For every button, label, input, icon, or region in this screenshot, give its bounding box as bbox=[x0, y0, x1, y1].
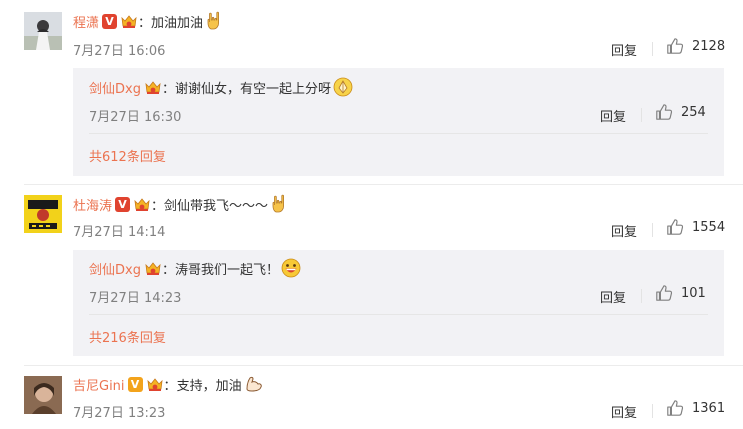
comment-time: 7月27日 14:14 bbox=[73, 225, 166, 240]
comment-line: 吉尼Gini V ： 支持，加油 bbox=[73, 374, 264, 394]
muscle-emoji bbox=[244, 374, 264, 394]
sub-divider bbox=[89, 133, 708, 134]
like-button[interactable]: 101 bbox=[655, 284, 706, 302]
comment-item: 吉尼Gini V ： 支持，加油 7月27日 13:23 回复 1361 bbox=[0, 366, 743, 429]
crown-badge-icon bbox=[144, 261, 162, 276]
reply-button[interactable]: 回复 bbox=[600, 287, 626, 306]
rock-hand-emoji bbox=[270, 194, 290, 214]
pray-emoji bbox=[333, 77, 353, 97]
crown-badge-icon bbox=[133, 197, 151, 212]
username-link[interactable]: 吉尼Gini bbox=[73, 375, 125, 394]
verified-v-icon: V bbox=[127, 376, 143, 392]
divider bbox=[652, 223, 653, 237]
comment-line: 程潇 V ： 加油加油 bbox=[73, 11, 225, 31]
like-count: 101 bbox=[681, 285, 706, 301]
avatar[interactable] bbox=[24, 195, 62, 233]
like-count: 254 bbox=[681, 104, 706, 120]
avatar[interactable] bbox=[24, 376, 62, 414]
sub-reply-text: 涛哥我们一起飞！ bbox=[174, 262, 279, 278]
verified-v-icon: V bbox=[102, 13, 118, 29]
rock-hand-emoji bbox=[205, 11, 225, 31]
like-count: 1361 bbox=[692, 400, 726, 416]
divider bbox=[652, 42, 653, 56]
thumbs-up-icon bbox=[666, 218, 684, 236]
colon: ： bbox=[161, 81, 175, 97]
divider bbox=[641, 108, 642, 122]
divider bbox=[652, 404, 653, 418]
comment-time: 7月27日 13:23 bbox=[73, 406, 166, 421]
more-replies-link[interactable]: 共612条回复 bbox=[89, 146, 166, 165]
comment-item: 程潇 V ： 加油加油 7月27日 16:06 回复 2128 剑仙Dxg ： … bbox=[0, 0, 743, 186]
divider bbox=[641, 289, 642, 303]
colon: ： bbox=[163, 378, 177, 394]
comment-text: 加油加油 bbox=[151, 15, 204, 31]
colon: ： bbox=[138, 15, 152, 31]
sub-reply-line: 剑仙Dxg ： 涛哥我们一起飞！ bbox=[89, 258, 301, 278]
sub-reply-line: 剑仙Dxg ： 谢谢仙女，有空一起上分呀 bbox=[89, 77, 353, 97]
grin-emoji bbox=[281, 258, 301, 278]
colon: ： bbox=[161, 262, 175, 278]
comment-separator bbox=[24, 184, 743, 185]
username-link[interactable]: 程潇 bbox=[73, 12, 99, 31]
crown-badge-icon bbox=[144, 80, 162, 95]
reply-button[interactable]: 回复 bbox=[611, 40, 637, 59]
verified-v-icon: V bbox=[115, 196, 131, 212]
comment-time: 7月27日 16:06 bbox=[73, 44, 166, 59]
avatar[interactable] bbox=[24, 12, 62, 50]
reply-button[interactable]: 回复 bbox=[600, 106, 626, 125]
comment-text: 支持，加油 bbox=[176, 378, 242, 394]
reply-button[interactable]: 回复 bbox=[611, 221, 637, 240]
more-replies-link[interactable]: 共216条回复 bbox=[89, 327, 166, 346]
thumbs-up-icon bbox=[666, 399, 684, 417]
comment-item: 杜海涛 V ： 剑仙带我飞～～～ 7月27日 14:14 回复 1554 剑仙D… bbox=[0, 186, 743, 366]
sub-divider bbox=[89, 314, 708, 315]
crown-badge-icon bbox=[146, 377, 164, 392]
sub-reply-time: 7月27日 14:23 bbox=[89, 291, 182, 306]
sub-reply-time: 7月27日 16:30 bbox=[89, 110, 182, 125]
thumbs-up-icon bbox=[655, 103, 673, 121]
crown-badge-icon bbox=[120, 14, 138, 29]
like-count: 2128 bbox=[692, 38, 726, 54]
like-button[interactable]: 254 bbox=[655, 103, 706, 121]
sub-reply-box: 剑仙Dxg ： 涛哥我们一起飞！ 7月27日 14:23 回复 101 共216… bbox=[73, 250, 724, 356]
username-link[interactable]: 剑仙Dxg bbox=[89, 78, 141, 97]
sub-reply-text: 谢谢仙女，有空一起上分呀 bbox=[174, 81, 331, 97]
comment-line: 杜海涛 V ： 剑仙带我飞～～～ bbox=[73, 194, 290, 214]
sub-reply-box: 剑仙Dxg ： 谢谢仙女，有空一起上分呀 7月27日 16:30 回复 254 … bbox=[73, 68, 724, 176]
colon: ： bbox=[151, 198, 165, 214]
reply-button[interactable]: 回复 bbox=[611, 402, 637, 421]
comment-text: 剑仙带我飞～～～ bbox=[164, 198, 269, 214]
like-button[interactable]: 2128 bbox=[666, 37, 725, 55]
like-count: 1554 bbox=[692, 219, 726, 235]
like-button[interactable]: 1554 bbox=[666, 218, 725, 236]
like-button[interactable]: 1361 bbox=[666, 399, 725, 417]
thumbs-up-icon bbox=[666, 37, 684, 55]
thumbs-up-icon bbox=[655, 284, 673, 302]
username-link[interactable]: 剑仙Dxg bbox=[89, 259, 141, 278]
username-link[interactable]: 杜海涛 bbox=[73, 195, 112, 214]
